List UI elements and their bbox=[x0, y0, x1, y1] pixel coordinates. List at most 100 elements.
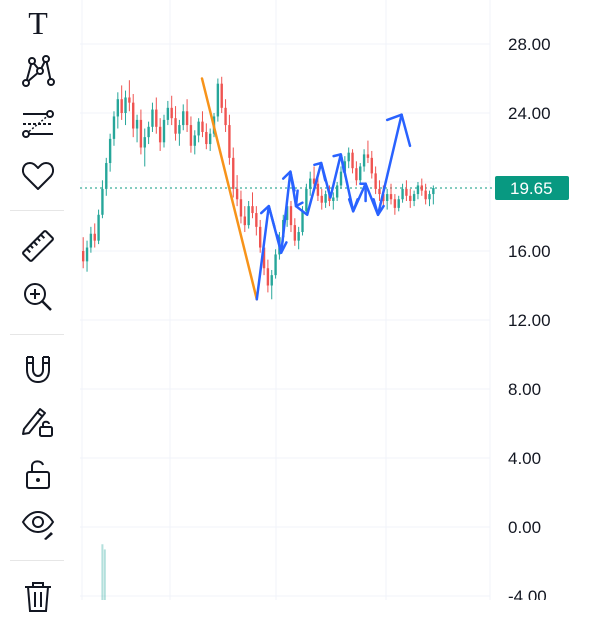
y-tick-label: 28.00 bbox=[508, 35, 551, 54]
candle-body bbox=[416, 185, 420, 195]
blue-arrow-head[interactable] bbox=[347, 198, 359, 213]
candle-body bbox=[247, 206, 250, 226]
orange-trend-line[interactable] bbox=[200, 77, 259, 301]
candle-body bbox=[351, 152, 354, 169]
candle-body bbox=[124, 97, 127, 113]
candle-body bbox=[128, 97, 131, 103]
candle-body bbox=[108, 138, 112, 164]
candle-body bbox=[147, 126, 150, 138]
candle-body bbox=[216, 83, 220, 117]
candle-body bbox=[232, 157, 235, 189]
candle-body bbox=[378, 188, 381, 195]
candle-body bbox=[89, 233, 93, 248]
candle-body bbox=[293, 225, 297, 241]
candle-body bbox=[101, 188, 104, 215]
candle-body bbox=[155, 109, 158, 127]
candle-body bbox=[297, 232, 300, 241]
candle-body bbox=[320, 195, 323, 203]
volume-bar bbox=[101, 544, 104, 600]
candle-body bbox=[105, 163, 108, 189]
price-axis[interactable]: 28.0024.0020.0016.0012.008.004.000.00-4.… bbox=[508, 35, 551, 600]
candle-body bbox=[182, 111, 185, 126]
candle-body bbox=[174, 118, 177, 134]
candle-body bbox=[401, 188, 404, 200]
volume-bar bbox=[103, 549, 106, 600]
candle-body bbox=[235, 188, 239, 200]
candle-body bbox=[309, 178, 312, 189]
candle-body bbox=[120, 99, 123, 113]
grid bbox=[80, 0, 491, 600]
candle-body bbox=[97, 214, 100, 241]
y-tick-label: 24.00 bbox=[508, 104, 551, 123]
candle-body bbox=[428, 194, 431, 200]
candle-body bbox=[412, 194, 416, 201]
candle-body bbox=[385, 194, 389, 201]
blue-arrow-head[interactable] bbox=[294, 189, 304, 208]
candle-body bbox=[162, 119, 166, 143]
candle-body bbox=[151, 109, 154, 127]
candle-body bbox=[289, 206, 293, 226]
candle-body bbox=[93, 233, 96, 241]
candle-body bbox=[389, 194, 393, 200]
candle-body bbox=[405, 188, 408, 196]
candle-body bbox=[82, 251, 85, 262]
y-tick-label: -4.00 bbox=[508, 587, 547, 600]
candle-body bbox=[135, 119, 139, 129]
candle-body bbox=[243, 216, 246, 226]
candle-body bbox=[393, 199, 397, 208]
y-tick-label: 0.00 bbox=[508, 518, 541, 537]
candle-body bbox=[228, 125, 231, 158]
candle-body bbox=[197, 121, 200, 136]
candle-body bbox=[301, 211, 304, 233]
candle-body bbox=[85, 247, 89, 262]
candle-body bbox=[424, 190, 427, 200]
candle-body bbox=[347, 152, 350, 162]
candle-body bbox=[224, 107, 227, 126]
candle-body bbox=[139, 119, 143, 148]
price-chart[interactable]: 28.0024.0020.0016.0012.008.004.000.00-4.… bbox=[0, 0, 600, 600]
candle-body bbox=[339, 171, 343, 186]
candle-body bbox=[270, 275, 273, 286]
candle-body bbox=[116, 99, 120, 117]
candle-body bbox=[366, 154, 370, 158]
candle-body bbox=[170, 107, 173, 119]
candle-body bbox=[166, 107, 170, 120]
candle-body bbox=[193, 135, 196, 146]
candle-body bbox=[201, 121, 204, 132]
last-price-tag: 19.65 bbox=[495, 176, 569, 201]
candle-body bbox=[316, 183, 320, 196]
last-price-label: 19.65 bbox=[510, 179, 553, 198]
candle-body bbox=[335, 185, 339, 198]
candle-body bbox=[255, 213, 258, 227]
candle-body bbox=[266, 268, 270, 286]
candle-body bbox=[374, 173, 377, 189]
candle-body bbox=[220, 83, 223, 108]
candle-body bbox=[362, 154, 366, 167]
candle-body bbox=[132, 102, 135, 129]
candle-body bbox=[259, 226, 262, 248]
candle-body bbox=[208, 133, 212, 145]
candle-body bbox=[370, 157, 373, 174]
blue-zigzag-line[interactable] bbox=[255, 113, 403, 301]
volume-bars bbox=[101, 544, 106, 600]
candle-body bbox=[420, 185, 423, 191]
candle-body bbox=[332, 197, 335, 201]
y-tick-label: 12.00 bbox=[508, 311, 551, 330]
candle-body bbox=[143, 137, 146, 148]
candle-body bbox=[397, 199, 400, 208]
candle-body bbox=[158, 126, 162, 143]
candle-body bbox=[305, 188, 308, 212]
candle-body bbox=[185, 111, 189, 126]
candle-body bbox=[409, 195, 412, 201]
candle-body bbox=[274, 254, 277, 276]
candle-body bbox=[189, 125, 193, 146]
candle-body bbox=[355, 168, 358, 181]
candle-body bbox=[178, 125, 181, 134]
candle-body bbox=[251, 206, 254, 214]
candle-body bbox=[432, 188, 435, 195]
candle-body bbox=[324, 194, 327, 203]
y-tick-label: 4.00 bbox=[508, 449, 541, 468]
y-tick-label: 8.00 bbox=[508, 380, 541, 399]
candle-body bbox=[112, 116, 116, 139]
y-tick-label: 16.00 bbox=[508, 242, 551, 261]
